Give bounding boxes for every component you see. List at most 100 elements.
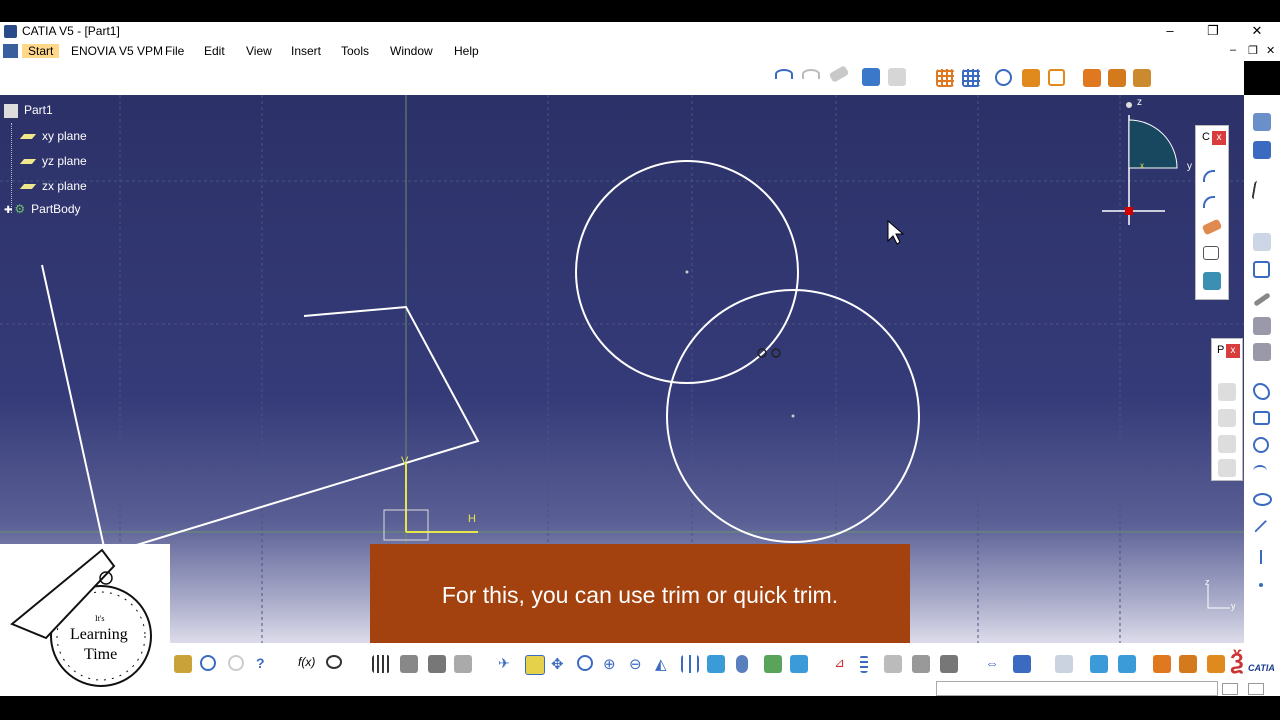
mirror-icon[interactable] [1203,246,1219,260]
tree-item-yz-plane[interactable]: yz plane [19,154,87,168]
circle-icon[interactable] [1253,437,1269,453]
tool-z-icon[interactable] [940,655,958,673]
axis-icon[interactable] [1260,550,1262,564]
swap-space-icon[interactable] [790,655,808,673]
comment-icon[interactable] [326,655,342,669]
catalog-icon[interactable] [400,655,418,673]
zoom-out-icon[interactable]: ⊖ [629,655,647,673]
analysis-icon[interactable] [428,655,446,673]
menu-help[interactable]: Help [454,44,479,58]
pencil-icon[interactable] [1253,292,1271,307]
arc-disabled-icon[interactable] [802,69,820,79]
expand-icon[interactable]: ✚ [4,205,12,216]
exit-workbench-icon[interactable] [1253,113,1271,131]
snap-grid-icon[interactable] [962,69,980,87]
tool-palette-b-icon[interactable] [1253,261,1270,278]
maximize-button[interactable]: ❐ [1193,22,1233,41]
menu-insert[interactable]: Insert [291,44,321,58]
constraint-b-icon[interactable] [1108,69,1126,87]
rectangle-icon[interactable] [1253,411,1270,425]
layer-icon[interactable] [1090,655,1108,673]
fly-icon[interactable]: ✈ [498,655,516,673]
constraint-a-icon[interactable] [1083,69,1101,87]
arc-icon[interactable] [775,69,793,79]
hide-show-icon[interactable] [764,655,782,673]
tool-palette-a-icon[interactable] [1253,233,1271,251]
profile-panel-close-button[interactable]: x [1226,344,1240,358]
menu-start[interactable]: Start [22,44,60,58]
measure-icon[interactable] [454,655,472,673]
doc-restore-button[interactable]: ❐ [1248,44,1258,57]
sketch-view-disabled-icon[interactable] [888,68,906,86]
constraint-panel-title: C [1202,131,1210,143]
pan-icon[interactable]: ✥ [551,655,569,673]
profile-tool-c-icon[interactable] [1218,435,1236,453]
rotate-icon[interactable] [577,655,593,671]
tree-root[interactable]: Part1 [4,103,53,118]
menu-edit[interactable]: Edit [204,44,225,58]
menu-tools[interactable]: Tools [341,44,369,58]
redo-icon[interactable] [228,655,244,671]
menu-view[interactable]: View [246,44,272,58]
zoom-in-icon[interactable]: ⊕ [603,655,621,673]
profile-tool-a-icon[interactable] [1218,383,1236,401]
spline-icon[interactable] [1253,465,1267,477]
tool-x-icon[interactable] [884,655,902,673]
tree-item-zx-plane[interactable]: zx plane [19,179,87,193]
render-a-icon[interactable] [1153,655,1171,673]
geometry-constraint-icon[interactable] [1022,69,1040,87]
knowledge-icon[interactable] [1013,655,1031,673]
select-arrow-icon[interactable] [1251,181,1275,199]
dimension-constraint-icon[interactable] [1048,69,1065,86]
filter-icon[interactable] [1118,655,1136,673]
product-icon[interactable] [1055,655,1073,673]
link-icon[interactable]: ⇔ [985,655,1003,673]
table-icon[interactable] [372,655,390,673]
render-b-icon[interactable] [1179,655,1197,673]
tool-y-icon[interactable] [912,655,930,673]
command-input[interactable] [936,681,1218,696]
point-icon[interactable] [1259,583,1263,587]
minimize-button[interactable]: – [1150,22,1190,41]
help-icon[interactable]: ? [256,655,274,673]
doc-close-button[interactable]: ✕ [1266,44,1275,57]
shading-icon[interactable] [736,655,748,673]
menu-enovia[interactable]: ENOVIA V5 VPM [71,44,163,58]
sketch-icon[interactable] [1253,141,1271,159]
formula-icon[interactable]: f(x) [298,655,316,673]
profile-icon[interactable] [1253,383,1270,400]
trim-tool-icon[interactable] [1203,196,1215,208]
tool-palette-c-icon[interactable] [1253,317,1271,335]
iso-view-icon[interactable] [707,655,725,673]
constraint-c-icon[interactable] [1133,69,1151,87]
tree-item-partbody[interactable]: ✚ ⚙ PartBody [4,202,81,216]
menu-file[interactable]: File [165,44,184,58]
arc-tool-icon[interactable] [1203,170,1215,182]
list-icon[interactable] [860,655,868,673]
grid-icon[interactable] [936,69,954,87]
multi-view-icon[interactable] [681,655,699,673]
line-icon[interactable] [1254,519,1268,534]
undo-icon[interactable] [200,655,216,671]
construction-icon[interactable] [995,69,1012,86]
render-c-icon[interactable] [1207,655,1225,673]
fit-all-icon[interactable] [525,655,545,675]
paste-icon[interactable] [174,655,192,673]
sketch-analysis-icon[interactable]: ⊿ [834,655,852,673]
constraint-panel-close-button[interactable]: x [1212,131,1226,145]
project-icon[interactable] [1203,272,1221,290]
close-button[interactable]: ✕ [1237,22,1277,41]
status-icon-b[interactable] [1248,683,1264,695]
normal-view-icon[interactable]: ◭ [655,655,673,673]
doc-minimize-button[interactable]: – [1230,44,1236,56]
tree-item-xy-plane[interactable]: xy plane [19,129,87,143]
eraser-icon[interactable] [828,65,850,83]
sketch-view-icon[interactable] [862,68,880,86]
profile-tool-b-icon[interactable] [1218,409,1236,427]
tool-palette-d-icon[interactable] [1253,343,1271,361]
menu-window[interactable]: Window [390,44,433,58]
ellipse-icon[interactable] [1253,493,1272,506]
quick-trim-icon[interactable] [1201,218,1223,236]
status-icon-a[interactable] [1222,683,1238,695]
profile-tool-d-icon[interactable] [1218,459,1236,477]
